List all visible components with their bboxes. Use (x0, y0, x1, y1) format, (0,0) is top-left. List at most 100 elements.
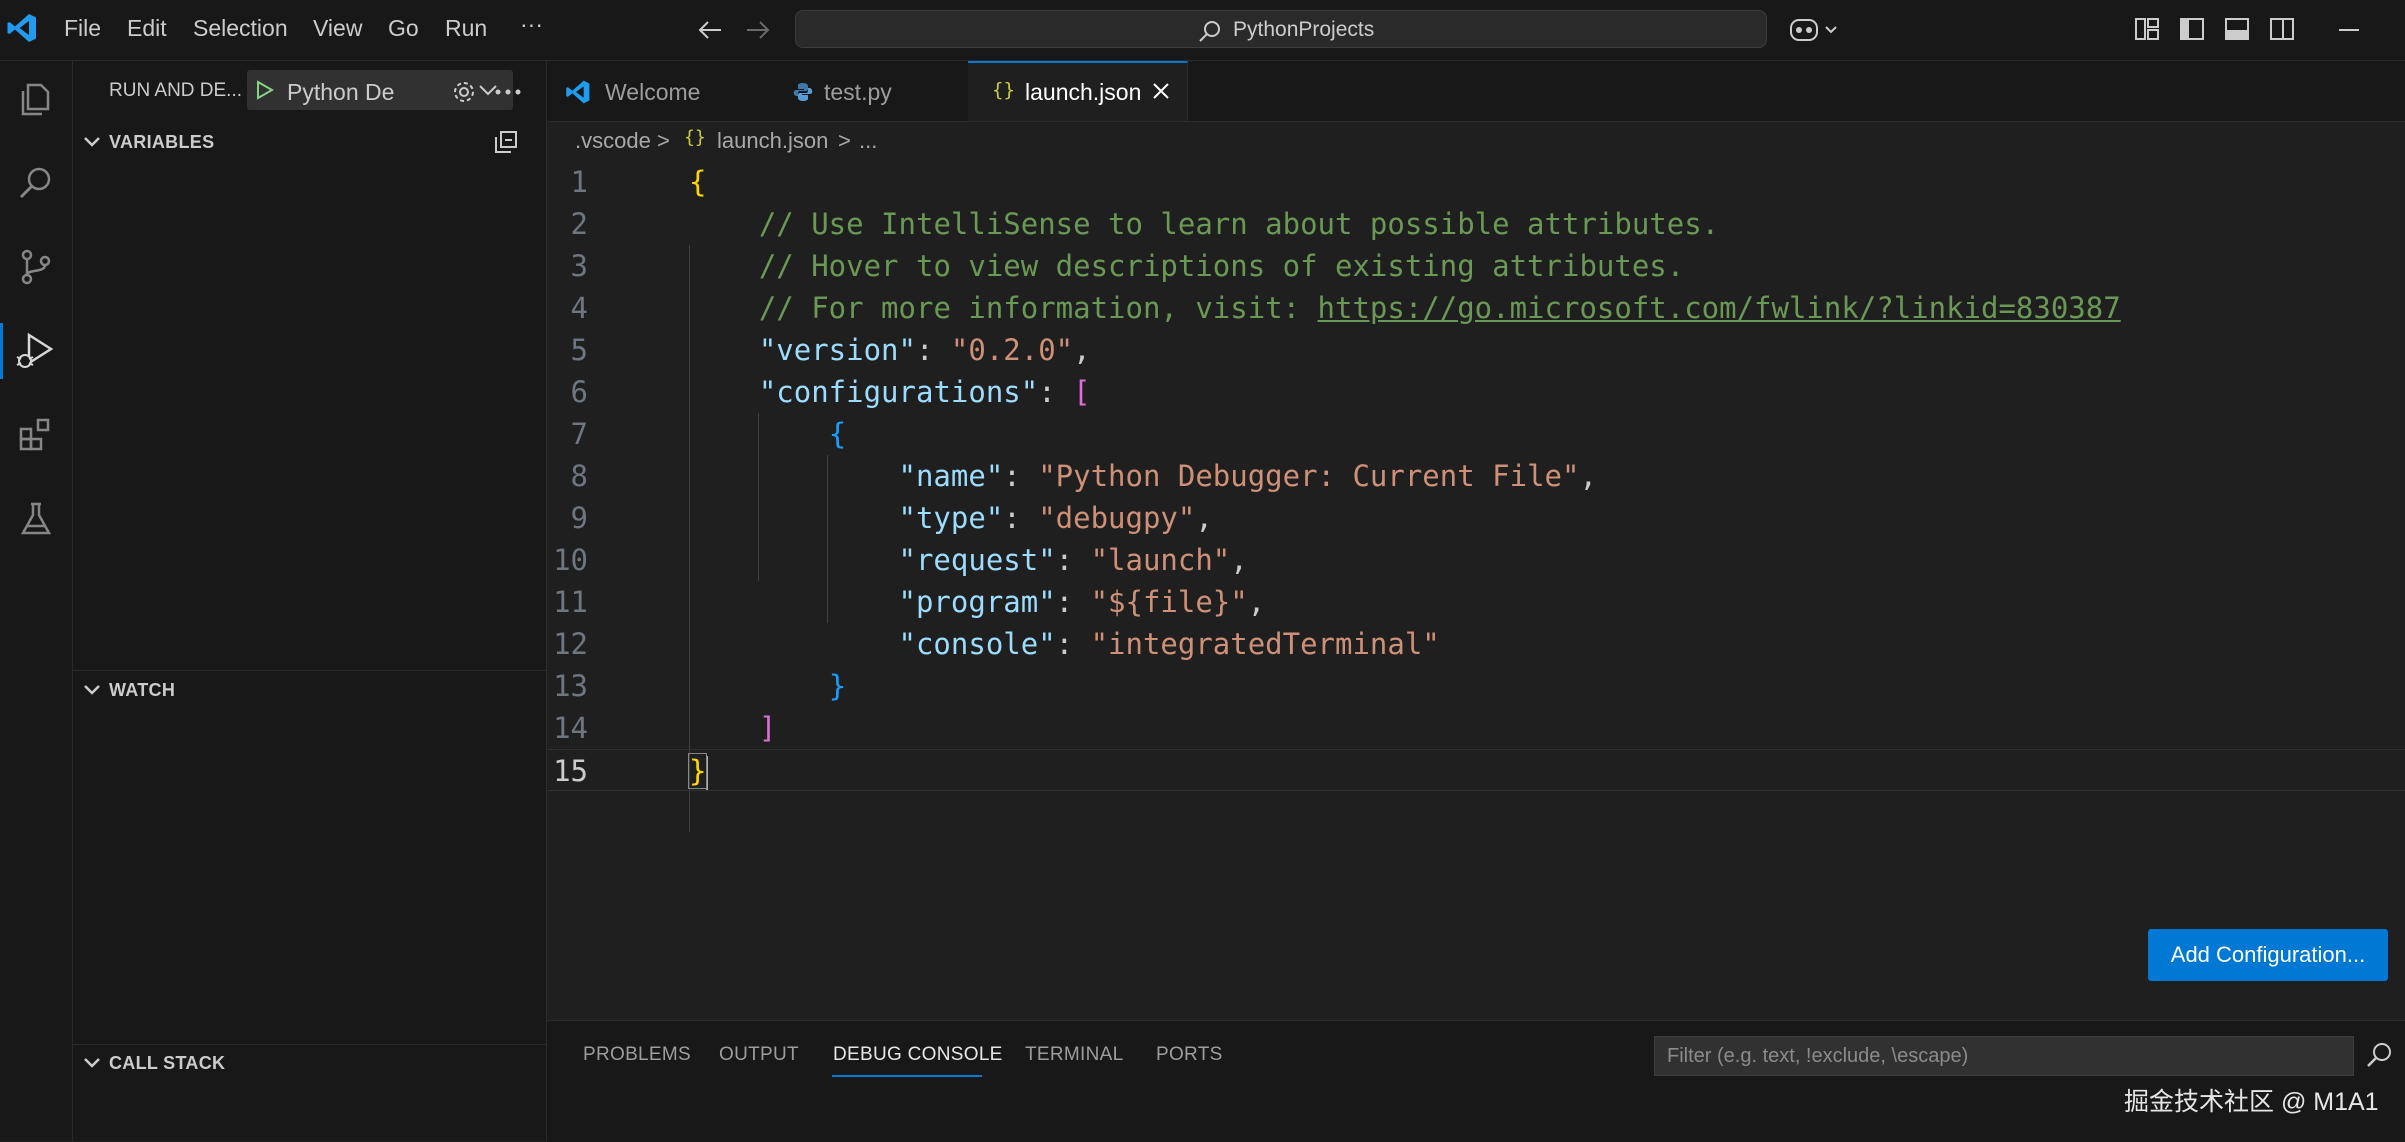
panel-tab-ports[interactable]: PORTS (1156, 1044, 1223, 1066)
copilot-icon[interactable] (1788, 14, 1844, 46)
code-line: 9 "type": "debugpy", (547, 497, 2405, 539)
section-divider (73, 1044, 546, 1045)
line-number: 7 (570, 417, 588, 451)
chevron-down-icon[interactable] (83, 135, 101, 149)
run-debug-icon[interactable] (0, 323, 67, 379)
tab-welcome[interactable]: Welcome (547, 61, 758, 121)
code-link[interactable]: https://go.microsoft.com/fwlink/?linkid=… (1318, 291, 2121, 325)
json-string: "integratedTerminal" (1090, 627, 1440, 661)
line-number: 9 (570, 501, 588, 535)
code-line: 7 { (547, 413, 2405, 455)
more-icon[interactable] (495, 89, 521, 95)
json-bracket: ] (758, 711, 777, 745)
line-number: 6 (570, 375, 588, 409)
customize-layout-icon[interactable] (2134, 16, 2160, 42)
minimize-icon[interactable] (2339, 28, 2359, 32)
gear-icon[interactable] (451, 79, 477, 105)
json-comma: , (1247, 585, 1266, 619)
code-line: 11 "program": "${file}", (547, 581, 2405, 623)
tab-label: test.py (824, 79, 892, 105)
menu-edit[interactable]: Edit (127, 15, 167, 42)
json-colon: : (1003, 459, 1039, 493)
json-key: "type" (898, 501, 1004, 535)
toggle-panel-icon[interactable] (2224, 16, 2250, 42)
json-string: "${file}" (1090, 585, 1248, 619)
menu-file[interactable]: File (64, 15, 101, 42)
add-configuration-button[interactable]: Add Configuration... (2148, 929, 2388, 981)
menu-run[interactable]: Run (445, 15, 487, 42)
tab-test-py[interactable]: test.py (757, 61, 969, 121)
line-number: 1 (570, 165, 588, 199)
panel-tab-debug-console[interactable]: DEBUG CONSOLE (833, 1044, 1003, 1066)
close-icon[interactable] (1152, 82, 1170, 100)
line-number: 8 (570, 459, 588, 493)
panel-tab-output[interactable]: OUTPUT (719, 1044, 799, 1066)
line-number: 10 (553, 543, 588, 577)
explorer-icon[interactable] (8, 71, 64, 127)
variables-section-header[interactable]: VARIABLES (109, 132, 214, 153)
json-key: "console" (898, 627, 1056, 661)
command-center-search[interactable]: PythonProjects (795, 10, 1767, 48)
line-number: 13 (553, 669, 588, 703)
line-number: 4 (570, 291, 588, 325)
watch-section-header[interactable]: WATCH (109, 680, 175, 701)
json-colon: : (915, 333, 951, 367)
code-line: 1 { (547, 161, 2405, 203)
python-icon (793, 82, 813, 102)
code-line: 12 "console": "integratedTerminal" (547, 623, 2405, 665)
code-line: 6 "configurations": [ (547, 371, 2405, 413)
panel-tab-problems[interactable]: PROBLEMS (583, 1044, 691, 1066)
menu-more[interactable]: ··· (520, 11, 543, 38)
chevron-down-icon[interactable] (83, 683, 101, 697)
arrow-right-icon[interactable] (745, 18, 771, 42)
arrow-left-icon[interactable] (697, 18, 723, 42)
editor-tab-bar: Welcome test.py {} launch.json (547, 61, 2405, 122)
chevron-down-icon[interactable] (83, 1056, 101, 1070)
json-bracket: [ (1073, 375, 1091, 409)
json-colon: : (1003, 501, 1039, 535)
panel-tab-terminal[interactable]: TERMINAL (1025, 1044, 1123, 1066)
breadcrumb-file[interactable]: launch.json (717, 128, 828, 154)
testing-icon[interactable] (8, 491, 64, 547)
json-comma: , (1579, 459, 1597, 493)
json-comment: // For more information, visit: (758, 291, 1318, 325)
line-number: 5 (570, 333, 588, 367)
line-number: 11 (553, 585, 588, 619)
toggle-secondary-sidebar-icon[interactable] (2269, 16, 2295, 42)
json-key: "program" (898, 585, 1056, 619)
code-line: 5 "version": "0.2.0", (547, 329, 2405, 371)
search-icon[interactable] (8, 155, 64, 211)
json-icon: {} (684, 127, 706, 148)
menu-view[interactable]: View (313, 15, 362, 42)
toggle-primary-sidebar-icon[interactable] (2179, 16, 2205, 42)
tab-launch-json[interactable]: {} launch.json (968, 61, 1188, 121)
json-colon: : (1055, 585, 1091, 619)
menu-selection[interactable]: Selection (193, 15, 288, 42)
extensions-icon[interactable] (8, 407, 64, 463)
text-cursor (706, 756, 709, 790)
code-line-current: 15 } (547, 749, 2405, 791)
line-number: 2 (570, 207, 588, 241)
json-string: "launch" (1090, 543, 1231, 577)
sidebar-title: RUN AND DE... (109, 80, 243, 101)
json-comment: // Use IntelliSense to learn about possi… (758, 207, 1720, 241)
json-brace: } (687, 753, 708, 789)
breadcrumb-separator: > (657, 128, 670, 153)
breadcrumb-more[interactable]: ... (859, 128, 877, 154)
source-control-icon[interactable] (8, 239, 64, 295)
collapse-all-icon[interactable] (494, 130, 518, 154)
json-colon: : (1055, 543, 1091, 577)
debug-console-filter-input[interactable]: Filter (e.g. text, !exclude, \escape) (1654, 1036, 2354, 1076)
search-icon (1198, 19, 1222, 43)
json-comma: , (1195, 501, 1213, 535)
search-label: PythonProjects (1233, 18, 1375, 41)
line-number: 12 (553, 627, 588, 661)
breadcrumb-folder[interactable]: .vscode (575, 128, 651, 154)
call-stack-section-header[interactable]: CALL STACK (109, 1053, 225, 1074)
code-editor[interactable]: 1 { 2 // Use IntelliSense to learn about… (547, 161, 2405, 832)
filter-icon[interactable] (2366, 1041, 2394, 1069)
active-tab-indicator (832, 1075, 982, 1077)
play-icon[interactable] (255, 80, 275, 100)
json-colon: : (1055, 627, 1091, 661)
menu-go[interactable]: Go (388, 15, 419, 42)
